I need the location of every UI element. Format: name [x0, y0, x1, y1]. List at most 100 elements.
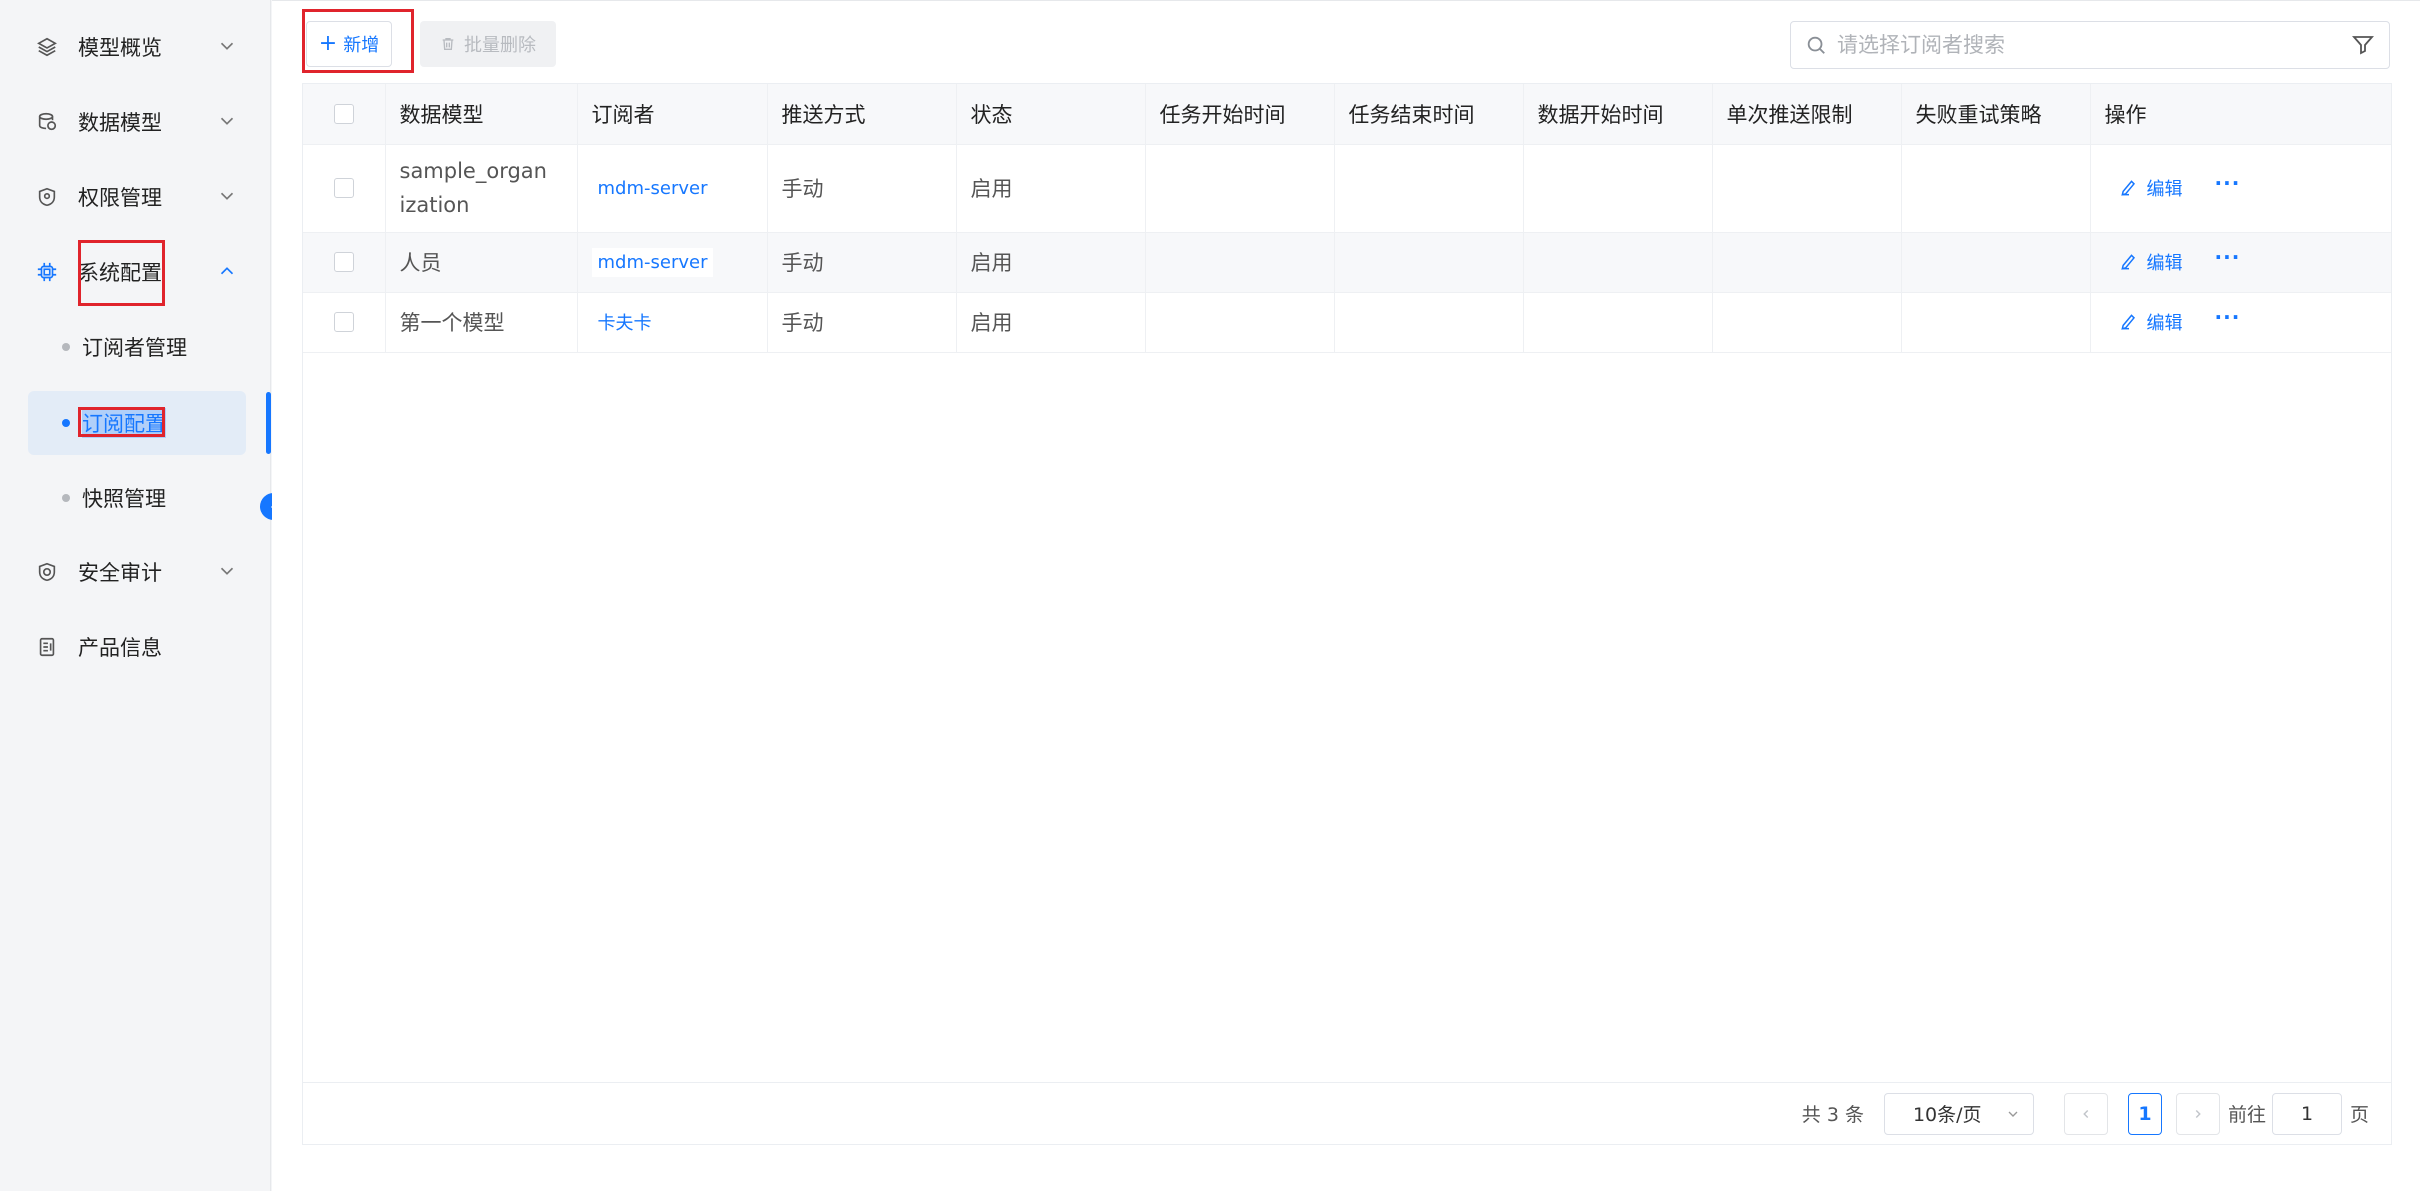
subscriber-cell: mdm-server: [577, 144, 768, 233]
sidebar-item-security-audit[interactable]: 安全审计: [28, 542, 248, 602]
next-page-button[interactable]: [2175, 1092, 2220, 1135]
task-start-cell: [1145, 144, 1335, 233]
column-header: 失败重试策略: [1901, 84, 2091, 145]
active-indicator: [266, 392, 271, 454]
row-checkbox[interactable]: [333, 312, 354, 332]
more-actions-button[interactable]: ···: [2215, 173, 2241, 193]
chevron-down-icon: [220, 192, 234, 200]
sidebar-item-model-overview[interactable]: 模型概览: [28, 17, 248, 77]
row-checkbox-cell: [303, 292, 386, 353]
table-row: sample_organization mdm-server 手动 启用 编辑: [303, 144, 2391, 233]
subscriber-search: [1790, 21, 2390, 69]
subscriber-cell: mdm-server: [577, 232, 768, 293]
retry-cell: [1901, 144, 2091, 233]
edit-label: 编辑: [2146, 253, 2183, 274]
goto-page-input[interactable]: [2271, 1092, 2342, 1135]
column-header: 任务结束时间: [1334, 84, 1524, 145]
task-end-cell: [1334, 232, 1524, 293]
actions-cell: 编辑 ···: [2090, 144, 2391, 233]
push-method-cell: 手动: [767, 144, 957, 233]
layers-icon: [34, 34, 60, 60]
page-number-current[interactable]: 1: [2127, 1092, 2162, 1135]
sidebar: 模型概览 数据模型 权限管理 系统配置 订阅者管理 订阅配置 快照管理 安全审计…: [0, 0, 287, 1191]
select-all-checkbox[interactable]: [333, 103, 354, 124]
bullet-dot: [62, 343, 70, 351]
search-input[interactable]: [1837, 22, 2351, 68]
trash-icon: [442, 38, 454, 50]
page-size-select[interactable]: 10条/页: [1883, 1092, 2034, 1135]
table-row: 人员 mdm-server 手动 启用 编辑 ···: [303, 232, 2391, 293]
chip-icon: [34, 259, 60, 285]
subscriber-link[interactable]: mdm-server: [591, 173, 714, 203]
chevron-right-icon: [2195, 1109, 2201, 1118]
sidebar-subitem-subscription-config[interactable]: 订阅配置: [28, 391, 246, 455]
sidebar-subitem-label: 订阅者管理: [82, 336, 187, 360]
prev-page-button[interactable]: [2063, 1092, 2108, 1135]
column-header: 操作: [2090, 84, 2391, 145]
batch-delete-button[interactable]: 批量删除: [420, 21, 556, 67]
subscription-table: 数据模型 订阅者 推送方式 状态 任务开始时间 任务结束时间 数据开始时间 单次…: [302, 83, 2392, 1145]
add-button[interactable]: + 新增: [306, 21, 392, 67]
edit-icon: [2120, 314, 2135, 330]
header-checkbox-cell: [303, 84, 386, 145]
sidebar-subitem-label: 订阅配置: [82, 408, 166, 438]
edit-button[interactable]: 编辑: [2119, 175, 2183, 201]
more-actions-button[interactable]: ···: [2215, 307, 2241, 327]
chevron-down-icon: [2008, 1111, 2018, 1117]
chevron-down-icon: [220, 42, 234, 50]
edit-icon: [2120, 180, 2135, 196]
sidebar-item-label: 数据模型: [78, 111, 162, 135]
sidebar-item-system-config[interactable]: 系统配置: [28, 242, 248, 302]
subscriber-link[interactable]: mdm-server: [591, 247, 714, 277]
pagination: 共 3 条 10条/页 1 前往 页: [303, 1082, 2391, 1144]
sidebar-subitem-subscriber-management[interactable]: 订阅者管理: [28, 315, 246, 379]
goto-label: 前往: [2227, 1104, 2266, 1126]
edit-button[interactable]: 编辑: [2119, 249, 2183, 275]
push-limit-cell: [1712, 292, 1902, 353]
sidebar-item-product-info[interactable]: 产品信息: [28, 617, 248, 677]
data-start-cell: [1523, 144, 1713, 233]
chevron-up-icon: [220, 267, 234, 275]
actions-cell: 编辑 ···: [2090, 292, 2391, 353]
push-limit-cell: [1712, 232, 1902, 293]
edit-button[interactable]: 编辑: [2119, 309, 2183, 335]
status-cell: 启用: [956, 144, 1146, 233]
task-end-cell: [1334, 144, 1524, 233]
sidebar-item-permission[interactable]: 权限管理: [28, 167, 248, 227]
sidebar-item-label: 系统配置: [78, 261, 162, 285]
add-button-label: 新增: [343, 35, 380, 56]
retry-cell: [1901, 292, 2091, 353]
database-icon: [34, 109, 60, 135]
sidebar-subitem-snapshot-management[interactable]: 快照管理: [28, 466, 246, 530]
column-header: 单次推送限制: [1712, 84, 1902, 145]
row-checkbox[interactable]: [333, 252, 354, 272]
more-actions-button[interactable]: ···: [2215, 247, 2241, 267]
data-start-cell: [1523, 232, 1713, 293]
sidebar-subitem-label: 快照管理: [82, 487, 166, 511]
plus-icon: +: [318, 31, 338, 56]
table-header-row: 数据模型 订阅者 推送方式 状态 任务开始时间 任务结束时间 数据开始时间 单次…: [303, 84, 2391, 145]
row-checkbox-cell: [303, 232, 386, 293]
main-content: + 新增 批量删除 数据模型 订阅者 推送方式 状态 任务开始时间: [272, 0, 2420, 1191]
row-checkbox[interactable]: [333, 178, 354, 198]
status-cell: 启用: [956, 292, 1146, 353]
sidebar-item-label: 产品信息: [78, 636, 162, 660]
edit-label: 编辑: [2146, 179, 2183, 200]
filter-icon[interactable]: [2351, 33, 2375, 57]
task-start-cell: [1145, 232, 1335, 293]
model-cell: 人员: [385, 232, 578, 293]
sidebar-item-label: 权限管理: [78, 186, 162, 210]
subscriber-cell: 卡夫卡: [577, 292, 768, 353]
goto-suffix: 页: [2349, 1104, 2369, 1126]
total-count: 共 3 条: [1801, 1104, 1864, 1126]
sidebar-item-data-model[interactable]: 数据模型: [28, 92, 248, 152]
bullet-dot: [62, 419, 70, 427]
audit-shield-icon: [34, 559, 60, 585]
subscriber-link[interactable]: 卡夫卡: [591, 305, 658, 339]
document-icon: [34, 634, 60, 660]
push-method-cell: 手动: [767, 292, 957, 353]
shield-icon: [34, 184, 60, 210]
column-header: 状态: [956, 84, 1146, 145]
column-header: 数据开始时间: [1523, 84, 1713, 145]
actions-cell: 编辑 ···: [2090, 232, 2391, 293]
